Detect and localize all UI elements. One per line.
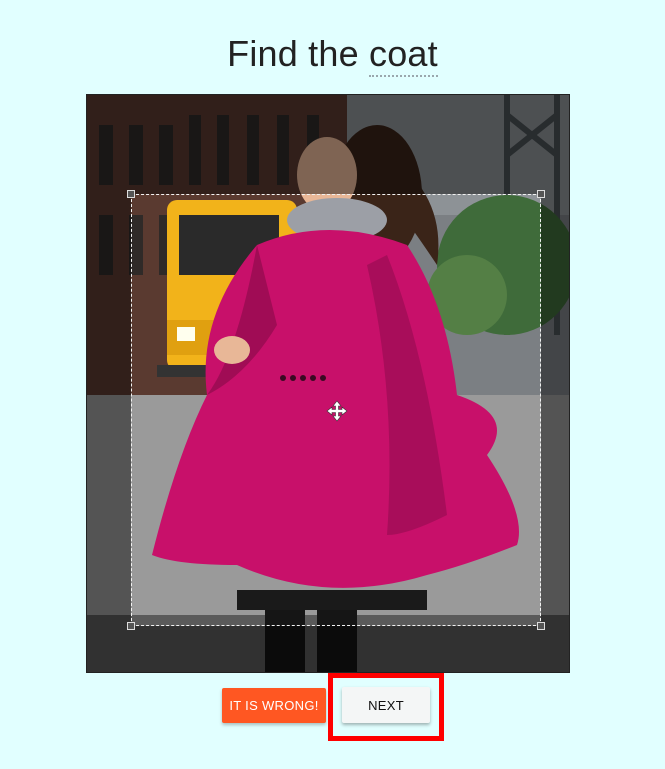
next-button[interactable]: NEXT — [342, 687, 430, 723]
resize-handle-top-right[interactable] — [537, 190, 545, 198]
title-prefix: Find the — [227, 33, 359, 74]
move-icon[interactable] — [326, 400, 348, 422]
shade-right — [541, 194, 569, 626]
shade-top — [87, 95, 569, 194]
shade-left — [87, 194, 131, 626]
page-title: Find the coat — [0, 30, 665, 78]
photo-frame — [86, 94, 570, 673]
resize-handle-top-left[interactable] — [127, 190, 135, 198]
shade-bottom — [87, 626, 569, 672]
title-keyword: coat — [369, 33, 438, 77]
crop-selection-box[interactable] — [127, 190, 545, 630]
resize-handle-bottom-left[interactable] — [127, 622, 135, 630]
resize-handle-bottom-right[interactable] — [537, 622, 545, 630]
it-is-wrong-button[interactable]: IT IS WRONG! — [222, 688, 326, 723]
